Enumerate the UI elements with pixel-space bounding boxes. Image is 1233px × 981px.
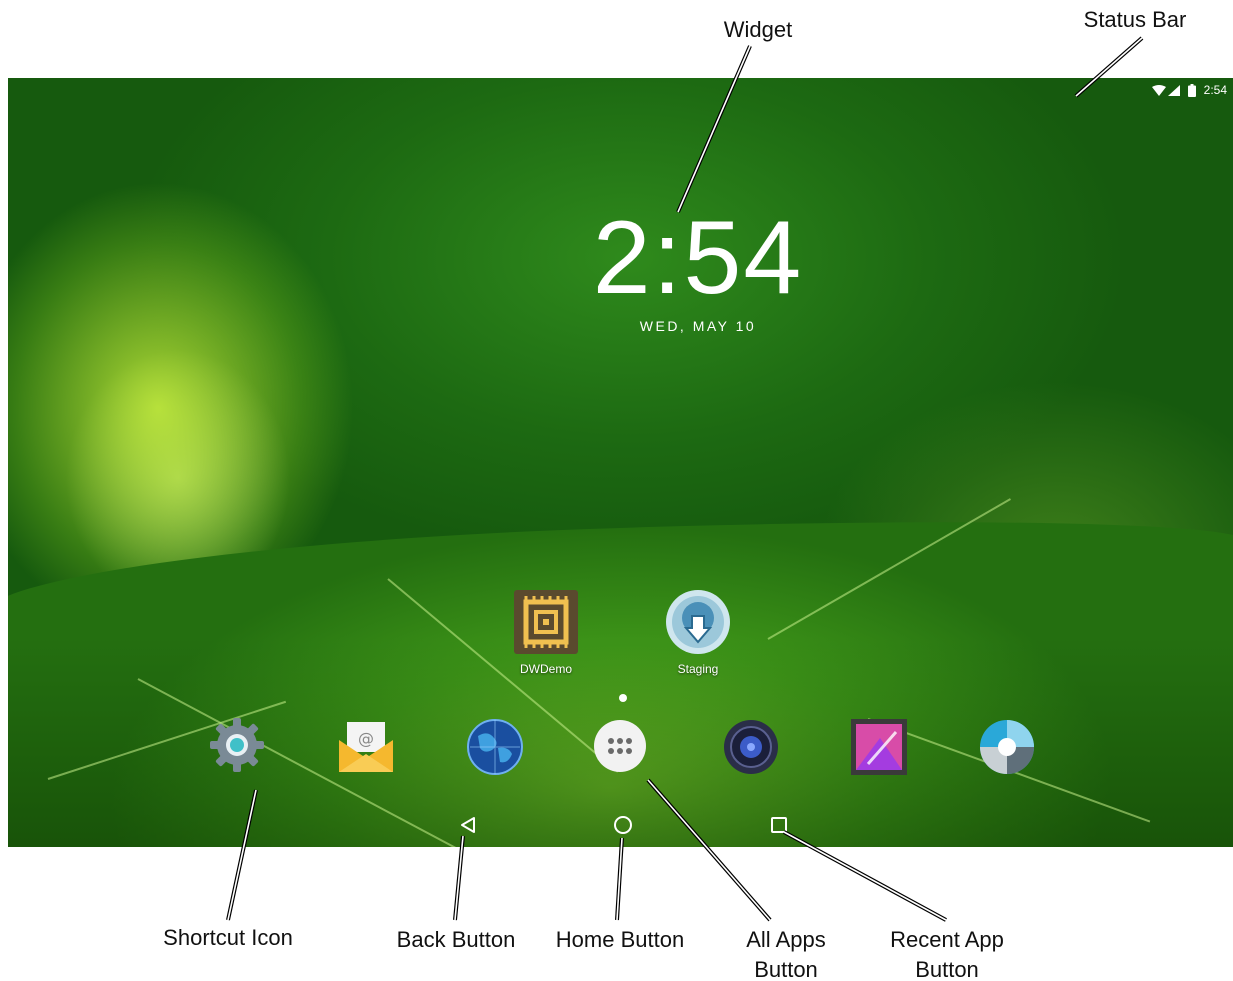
back-button[interactable] bbox=[457, 814, 479, 836]
callout-all-apps-line2: Button bbox=[754, 957, 818, 981]
callout-status-bar: Status Bar bbox=[1083, 7, 1187, 32]
all-apps-button[interactable] bbox=[594, 720, 646, 772]
callout-all-apps-line1: All Apps bbox=[746, 927, 826, 952]
gallery-icon[interactable] bbox=[850, 718, 908, 776]
callout-all-apps: All Apps Button bbox=[716, 925, 856, 981]
clock-date: WED, MAY 10 bbox=[639, 318, 757, 334]
callout-recent-app: Recent App Button bbox=[867, 925, 1027, 981]
back-icon bbox=[461, 817, 475, 833]
app-dwdemo[interactable]: DWDemo bbox=[501, 588, 591, 676]
all-apps-icon bbox=[608, 738, 632, 754]
callout-home-button: Home Button bbox=[555, 927, 685, 952]
callout-recent-app-line2: Button bbox=[915, 957, 979, 981]
page-indicator bbox=[619, 694, 627, 702]
wifi-icon bbox=[1151, 84, 1166, 96]
callout-shortcut-icon: Shortcut Icon bbox=[163, 925, 293, 950]
recents-button[interactable] bbox=[768, 814, 790, 836]
email-icon[interactable]: @ bbox=[337, 718, 395, 776]
status-time: 2:54 bbox=[1203, 83, 1227, 97]
browser-globe-icon[interactable] bbox=[466, 718, 524, 776]
camera-icon[interactable] bbox=[978, 718, 1036, 776]
dwdemo-icon bbox=[514, 590, 578, 654]
music-speaker-icon[interactable] bbox=[722, 718, 780, 776]
home-screen: 2:54 2:54 WED, MAY 10 DWDemo Staging @ bbox=[8, 78, 1233, 847]
recents-icon bbox=[771, 817, 787, 833]
app-label: Staging bbox=[677, 662, 719, 676]
battery-icon bbox=[1187, 83, 1196, 97]
clock-time: 2:54 bbox=[592, 200, 804, 316]
status-bar[interactable]: 2:54 bbox=[1113, 78, 1233, 102]
app-staging[interactable]: Staging bbox=[653, 588, 743, 676]
svg-text:@: @ bbox=[358, 729, 374, 748]
settings-icon[interactable] bbox=[208, 716, 266, 774]
app-label: DWDemo bbox=[519, 662, 572, 676]
callout-widget: Widget bbox=[723, 17, 793, 42]
home-icon bbox=[614, 816, 632, 834]
signal-icon bbox=[1167, 84, 1180, 96]
home-button[interactable] bbox=[612, 814, 634, 836]
staging-icon bbox=[666, 590, 730, 654]
callout-back-button: Back Button bbox=[396, 927, 516, 952]
clock-widget[interactable]: 2:54 WED, MAY 10 bbox=[568, 206, 828, 334]
callout-recent-app-line1: Recent App bbox=[890, 927, 1004, 952]
